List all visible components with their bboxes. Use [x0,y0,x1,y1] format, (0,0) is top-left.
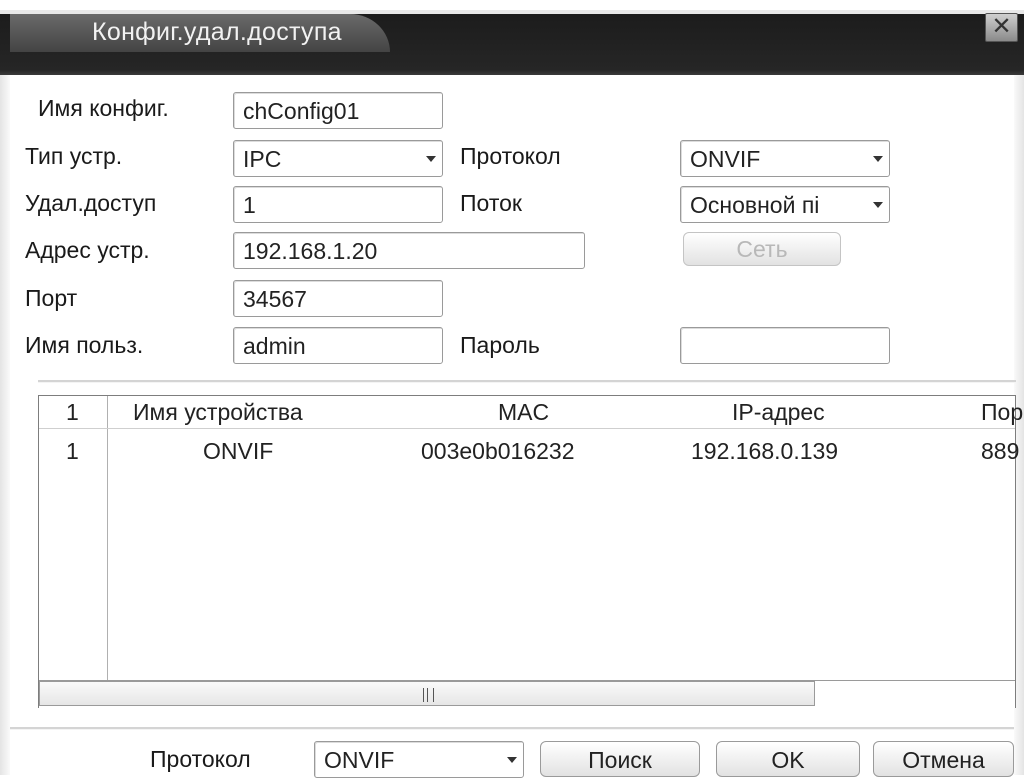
cancel-button[interactable]: Отмена [873,741,1014,777]
search-button[interactable]: Поиск [540,741,700,777]
scrollbar-thumb[interactable] [39,681,815,706]
chevron-down-icon [873,156,883,162]
window-title: Конфиг.удал.доступа [92,18,342,46]
stream-value: Основной пі [690,192,820,218]
stream-select[interactable]: Основной пі [680,186,890,223]
device-address-label: Адрес устр. [25,237,150,263]
port-label: Порт [25,285,78,311]
cell-index: 1 [66,438,79,464]
username-label: Имя польз. [25,332,144,358]
horizontal-scrollbar[interactable] [39,680,1015,708]
form-divider [38,380,1016,383]
config-name-input[interactable]: chConfig01 [233,92,443,129]
ok-button[interactable]: OK [716,741,860,777]
device-address-input[interactable]: 192.168.1.20 [233,232,585,269]
device-type-select[interactable]: IPC [233,140,443,177]
cell-mac: 003e0b016232 [421,438,575,464]
config-name-label: Имя конфиг. [38,95,169,121]
cell-device-name: ONVIF [203,438,274,464]
left-border [0,75,10,775]
device-table: 1 Имя устройства MAC IP-адрес Пор 1 ONVI… [38,395,1023,708]
password-input[interactable] [680,327,890,364]
column-separator [107,396,108,680]
footer-protocol-value: ONVIF [324,747,395,773]
port-input[interactable]: 34567 [233,280,443,317]
chevron-down-icon [507,757,517,763]
device-type-label: Тип устр. [25,143,123,169]
device-type-value: IPC [243,146,282,172]
chevron-down-icon [426,156,436,162]
footer-protocol-select[interactable]: ONVIF [314,741,524,778]
remote-channel-label: Удал.доступ [25,190,157,216]
protocol-label: Протокол [460,143,561,169]
protocol-select[interactable]: ONVIF [680,140,890,177]
header-line [39,428,1015,429]
chevron-down-icon [873,202,883,208]
network-button[interactable]: Сеть [683,232,841,266]
column-header-index[interactable]: 1 [66,399,79,426]
cell-ip: 192.168.0.139 [691,438,839,464]
grip-icon [423,688,434,702]
remote-channel-input[interactable]: 1 [233,186,443,223]
username-input[interactable]: admin [233,327,443,364]
column-header-mac[interactable]: MAC [498,399,549,426]
column-header-port[interactable]: Пор [981,399,1023,426]
stream-label: Поток [460,190,522,216]
column-header-ip[interactable]: IP-адрес [732,399,825,426]
password-label: Пароль [460,332,540,358]
footer-protocol-label: Протокол [150,746,251,772]
close-icon[interactable]: ✕ [985,13,1018,42]
column-header-device-name[interactable]: Имя устройства [133,399,303,426]
footer-divider [10,727,1014,730]
protocol-value: ONVIF [690,146,761,172]
cell-port: 889 [981,438,1020,464]
